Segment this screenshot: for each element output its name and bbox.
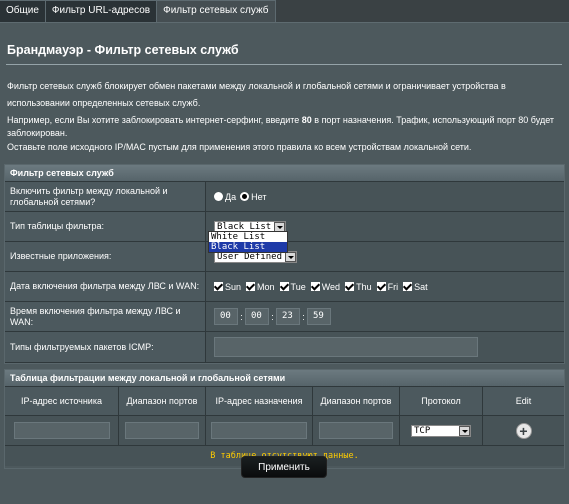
column-destination-ip: IP-адрес назначения [206,387,313,415]
enable-yes-label: Да [225,191,237,202]
table-type-option-white[interactable]: White List [209,232,287,242]
filter-table-section: Таблица фильтрации между локальной и гло… [4,369,565,469]
description-line-5: Оставьте поле исходного IP/MAC пустым дл… [7,142,472,152]
day-label-wed: Wed [321,281,341,292]
tab-url-filter[interactable]: Фильтр URL-адресов [45,0,158,22]
filter-table-header: Таблица фильтрации между локальной и гло… [5,370,564,387]
day-label-tue: Tue [290,281,306,292]
day-label-mon: Mon [257,281,275,292]
day-checkbox-tue[interactable] [279,282,289,291]
known-apps-label: Известные приложения: [5,242,206,271]
add-rule-button[interactable]: + [515,422,532,439]
column-source-port-range: Диапазон портов [119,387,206,415]
description-line-3: Например, если Вы хотите заблокировать и… [7,114,554,126]
day-checkbox-wed[interactable] [310,282,320,291]
icmp-row: Типы фильтруемых пакетов ICMP: [5,332,564,363]
icmp-input[interactable] [214,337,478,357]
table-type-dropdown: White List Black List [208,231,288,253]
table-type-option-black[interactable]: Black List [209,242,287,252]
column-protocol: Протокол [400,387,483,415]
filter-section: Фильтр сетевых служб Включить фильтр меж… [4,164,565,364]
description-line-2: использовании определенных сетевых служб… [7,98,201,108]
description-port-number: 80 [301,115,312,125]
day-label-thu: Thu [356,281,372,292]
chevron-down-icon [459,425,470,436]
start-minute-input[interactable]: 00 [245,308,269,325]
time-separator: : [271,311,274,322]
description-line-4: заблокирован. [7,128,68,138]
table-type-label: Тип таблицы фильтра: [5,212,206,241]
end-hour-input[interactable]: 23 [276,308,300,325]
day-checkbox-fri[interactable] [376,282,386,291]
enable-filter-label: Включить фильтр между локальной и глобал… [5,182,206,211]
enable-no-radio[interactable] [240,192,250,201]
title-divider [6,64,562,65]
chevron-down-icon [285,251,297,262]
tab-bar: Общие Фильтр URL-адресов Фильтр сетевых … [0,0,276,22]
enable-yes-radio[interactable] [214,192,223,201]
table-type-value: Black List [217,221,272,232]
tab-network-services-filter[interactable]: Фильтр сетевых служб [157,0,276,22]
apply-button[interactable]: Применить [241,456,327,478]
day-label-fri: Fri [387,281,399,292]
icmp-label: Типы фильтруемых пакетов ICMP: [5,332,206,362]
day-checkbox-sun[interactable] [214,282,223,291]
description-line-3-pre: Например, если Вы хотите заблокировать и… [7,115,302,125]
filter-table-columns: IP-адрес источника Диапазон портов IP-ад… [5,387,564,416]
filter-table-input-row: TCP + [5,416,564,446]
source-port-input[interactable] [125,422,199,439]
time-row: Время включения фильтра между ЛВС и WAN:… [5,302,564,332]
time-separator: : [302,311,305,322]
day-checkbox-sat[interactable] [403,282,413,291]
protocol-select[interactable]: TCP [411,424,471,437]
description-line-1: Фильтр сетевых служб блокирует обмен пак… [7,81,506,91]
main-panel: Брандмауэр - Фильтр сетевых служб Фильтр… [0,22,569,504]
start-hour-input[interactable]: 00 [214,308,238,325]
time-label: Время включения фильтра между ЛВС и WAN: [5,302,206,331]
filter-section-header: Фильтр сетевых служб [5,165,564,182]
enable-filter-row: Включить фильтр между локальной и глобал… [5,182,564,212]
destination-ip-input[interactable] [211,422,307,439]
day-checkbox-thu[interactable] [345,282,355,291]
day-label-sun: Sun [225,281,242,292]
day-label-sat: Sat [414,281,428,292]
end-minute-input[interactable]: 59 [307,308,331,325]
days-row: Дата включения фильтра между ЛВС и WAN: … [5,272,564,302]
description-line-3-post: в порт назначения. Трафик, использующий … [311,115,555,125]
enable-no-label: Нет [251,191,267,202]
column-source-ip: IP-адрес источника [5,387,119,415]
tab-general[interactable]: Общие [0,0,46,22]
column-destination-port-range: Диапазон портов [313,387,400,415]
days-label: Дата включения фильтра между ЛВС и WAN: [5,272,206,301]
source-ip-input[interactable] [13,422,110,439]
day-checkbox-mon[interactable] [246,282,256,291]
chevron-down-icon [274,221,286,232]
column-edit: Edit [515,396,532,406]
destination-port-input[interactable] [319,422,393,439]
protocol-value: TCP [414,425,431,436]
time-separator: : [240,311,243,322]
known-apps-value: User Defined [217,251,283,262]
page-title: Брандмауэр - Фильтр сетевых служб [7,43,239,57]
